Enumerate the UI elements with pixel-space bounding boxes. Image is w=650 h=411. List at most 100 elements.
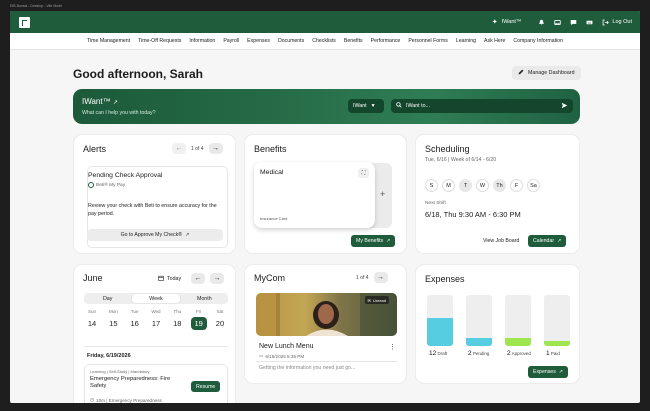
post-date-label: 6/15/2026 5:35 PM xyxy=(265,353,305,359)
expense-bar-fill xyxy=(505,338,531,346)
calendar-button[interactable]: Calendar ↗ xyxy=(528,235,567,247)
expense-bar-label: 2 Pending xyxy=(468,350,490,357)
my-benefits-button[interactable]: My Benefits ↗ xyxy=(351,235,396,247)
today-button[interactable]: Today xyxy=(158,275,181,283)
iwant-search-input[interactable]: IWant to... xyxy=(391,99,573,113)
expand-icon[interactable]: ⛶ xyxy=(358,168,369,178)
beti-icon xyxy=(88,182,94,188)
expense-bar-label: 1 Paid xyxy=(546,350,560,357)
prev-arrow-icon[interactable]: ← xyxy=(191,273,205,284)
day-tue[interactable]: T xyxy=(459,179,472,192)
my-benefits-label: My Benefits xyxy=(356,238,384,244)
next-arrow-icon[interactable]: → xyxy=(208,143,223,154)
weekday-selector: S M T W Th F Sa xyxy=(425,179,540,192)
expense-bar-fill xyxy=(544,340,570,346)
company-logo-icon[interactable] xyxy=(19,16,30,28)
view-month[interactable]: Month xyxy=(181,293,228,304)
nav-expenses[interactable]: Expenses xyxy=(247,38,270,44)
day-mon[interactable]: M xyxy=(442,179,455,192)
week-day[interactable]: Thu 18 xyxy=(169,309,185,330)
inbox-icon[interactable] xyxy=(553,18,561,26)
expense-bar-paid[interactable] xyxy=(544,295,570,346)
app-window: ✦ IWant™ Log Out Time Management Time-Of… xyxy=(10,11,640,403)
calendar-button-label: Calendar xyxy=(533,238,555,244)
selected-date: Friday, 6/19/2026 xyxy=(87,353,131,359)
event-info-label: 10m | Emergency Preparedness xyxy=(96,397,162,403)
next-arrow-icon[interactable]: → xyxy=(210,273,224,284)
calendar-pager: ← → xyxy=(191,273,224,284)
approve-check-button[interactable]: Go to Approve My Check® ↗ xyxy=(87,229,223,241)
weekday-name: Fri xyxy=(196,309,202,314)
nav-time-off-requests[interactable]: Time-Off Requests xyxy=(138,38,181,44)
external-link-icon: ↗ xyxy=(185,232,190,238)
prev-arrow-icon[interactable]: ← xyxy=(172,143,186,154)
nav-information[interactable]: Information xyxy=(189,38,215,44)
send-icon[interactable] xyxy=(561,102,568,111)
scheduling-date: Tue, 6/16 | Week of 6/14 - 6/20 xyxy=(425,157,497,163)
nav-checklists[interactable]: Checklists xyxy=(312,38,336,44)
post-image[interactable]: ✉ Unread xyxy=(256,293,397,336)
logout-label: Log Out xyxy=(612,19,632,25)
nav-time-management[interactable]: Time Management xyxy=(87,38,130,44)
iwant-top-button[interactable]: ✦ IWant™ xyxy=(491,18,522,26)
event-card[interactable]: Learning | Self-Study | Mandatory Emerge… xyxy=(84,364,228,403)
weekday-date: 18 xyxy=(173,319,182,328)
manage-dashboard-button[interactable]: Manage Dashboard xyxy=(512,66,581,80)
week-day[interactable]: Mon 15 xyxy=(105,309,121,330)
view-day[interactable]: Day xyxy=(84,293,131,304)
nav-personnel-forms[interactable]: Personnel Forms xyxy=(408,38,448,44)
more-options-icon[interactable]: ⋮ xyxy=(389,343,396,351)
weekday-date: 15 xyxy=(109,319,118,328)
logout-button[interactable]: Log Out xyxy=(601,18,632,26)
week-day[interactable]: Sat 20 xyxy=(212,309,228,330)
mail-icon: ✉ xyxy=(367,297,371,303)
week-day[interactable]: Tue 16 xyxy=(127,309,143,330)
chat-icon[interactable] xyxy=(569,18,577,26)
clock-icon: ◷ xyxy=(90,397,95,402)
expense-bar-pending[interactable] xyxy=(466,295,492,346)
nav-benefits[interactable]: Benefits xyxy=(344,38,363,44)
expenses-button[interactable]: Expenses ↗ xyxy=(528,366,569,378)
nav-ask-here[interactable]: Ask Here xyxy=(484,38,505,44)
calendar-icon xyxy=(158,275,164,283)
insurance-card[interactable]: Medical ⛶ Insurance Card xyxy=(254,162,375,228)
bell-icon[interactable] xyxy=(537,18,545,26)
view-week[interactable]: Week xyxy=(132,294,180,303)
week-day-today[interactable]: Fri 19 xyxy=(190,309,207,330)
plus-icon[interactable]: + xyxy=(380,189,385,199)
expense-count: 1 xyxy=(546,350,550,357)
weekday-date: 20 xyxy=(215,319,225,328)
event-info: ◷ 10m | Emergency Preparedness xyxy=(90,397,162,403)
nav-documents[interactable]: Documents xyxy=(278,38,304,44)
iwant-dropdown[interactable]: IWant ▼ xyxy=(348,99,384,113)
keyboard-icon[interactable] xyxy=(585,18,593,26)
weekday-date: 14 xyxy=(87,319,97,328)
week-day[interactable]: Wed 17 xyxy=(148,309,164,330)
nav-learning[interactable]: Learning xyxy=(456,38,476,44)
resume-button[interactable]: Resume xyxy=(191,381,221,392)
alerts-page-count: 1 of 4 xyxy=(191,145,204,152)
week-day[interactable]: Sun 14 xyxy=(84,309,100,330)
view-job-board-link[interactable]: View Job Board xyxy=(483,238,519,244)
alert-source-label: Beti® My Pay xyxy=(96,182,126,188)
weekday-name: Sat xyxy=(216,309,224,314)
alert-source: Beti® My Pay xyxy=(88,182,125,188)
day-thu[interactable]: Th xyxy=(493,179,506,192)
expense-bar-approved[interactable] xyxy=(505,295,531,346)
unread-label: Unread xyxy=(372,297,386,303)
day-sat[interactable]: Sa xyxy=(527,179,540,192)
calendar-month: June xyxy=(83,273,103,283)
nav-performance[interactable]: Performance xyxy=(371,38,401,44)
expense-bar-label: 12 Draft xyxy=(429,350,448,357)
day-fri[interactable]: F xyxy=(510,179,523,192)
nav-company-information[interactable]: Company Information xyxy=(513,38,563,44)
day-wed[interactable]: W xyxy=(476,179,489,192)
next-arrow-icon[interactable]: → xyxy=(373,272,388,283)
alerts-pager: ← 1 of 4 → xyxy=(172,143,223,154)
nav-payroll[interactable]: Payroll xyxy=(223,38,239,44)
day-sun[interactable]: S xyxy=(425,179,438,192)
next-shift-value: 6/18, Thu 9:30 AM - 6:30 PM xyxy=(425,210,521,219)
post-title: New Lunch Menu xyxy=(259,343,314,350)
hero-title: IWant™ ↗ xyxy=(82,97,118,106)
expense-bar-draft[interactable] xyxy=(427,295,453,346)
